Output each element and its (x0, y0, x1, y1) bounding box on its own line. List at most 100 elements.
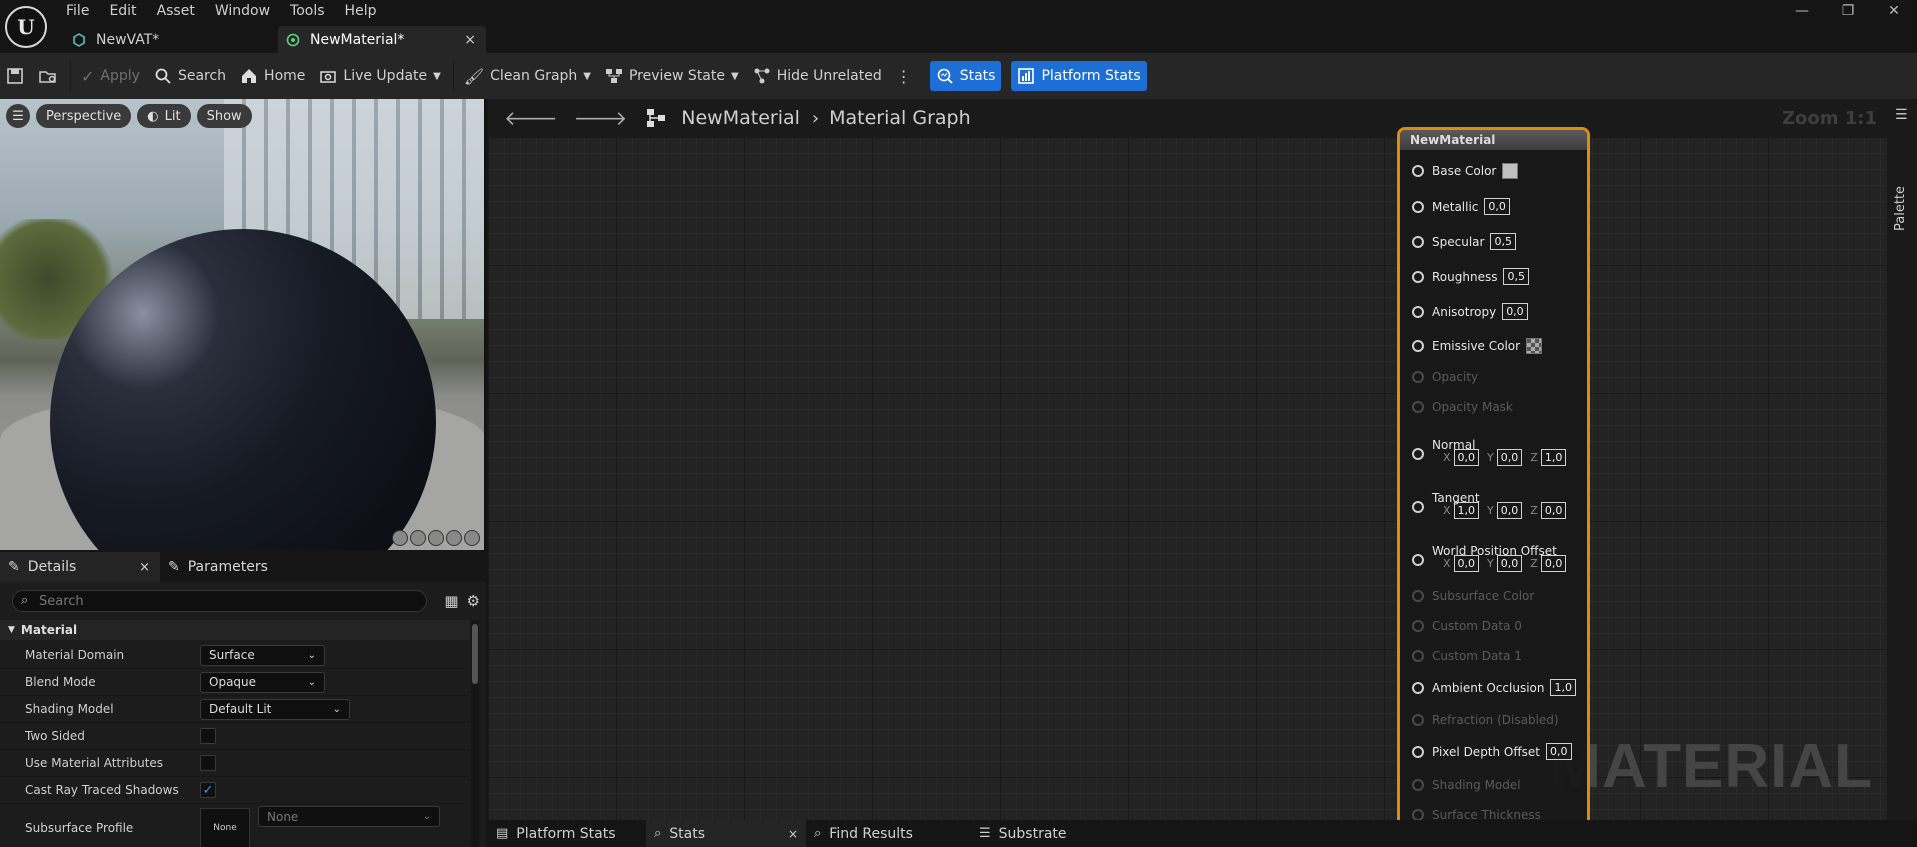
sphere-shape-icon[interactable] (410, 530, 426, 546)
tab-stats[interactable]: ⌕ Stats × (646, 820, 806, 847)
show-button[interactable]: Show (196, 104, 252, 128)
cast-ray-traced-shadows-checkbox[interactable]: ✓ (200, 782, 216, 798)
pin-metallic[interactable]: Metallic 0,0 (1412, 198, 1510, 215)
gear-icon[interactable]: ⚙ (467, 592, 480, 610)
subsurface-profile-dropdown[interactable]: None ⌄ (258, 806, 440, 827)
close-tab-icon[interactable]: × (139, 560, 150, 575)
cylinder-shape-icon[interactable] (392, 530, 408, 546)
palette-tab[interactable]: Palette (1893, 186, 1908, 231)
viewport-menu-button[interactable]: ☰ (6, 104, 30, 128)
normal-x[interactable]: 0,0 (1453, 449, 1480, 466)
tab-find-results[interactable]: ⌕ Find Results (806, 820, 971, 847)
blend-mode-dropdown[interactable]: Opaque ⌄ (200, 671, 325, 693)
pin-connector-icon[interactable] (1412, 501, 1424, 513)
pin-base-color[interactable]: Base Color (1412, 163, 1519, 179)
normal-y[interactable]: 0,0 (1496, 449, 1523, 466)
minimize-button[interactable]: — (1779, 0, 1825, 22)
pin-connector-icon[interactable] (1412, 235, 1424, 248)
home-button[interactable]: Home (234, 61, 311, 91)
pin-connector-icon[interactable] (1412, 554, 1424, 566)
menu-tools[interactable]: Tools (280, 0, 335, 22)
pin-specular[interactable]: Specular 0,5 (1412, 233, 1516, 250)
material-section-header[interactable]: ▼ Material (0, 620, 470, 640)
material-graph-canvas[interactable]: MATERIAL (488, 137, 1887, 820)
material-result-node[interactable]: NewMaterial Base Color Metallic 0,0 Spec… (1397, 127, 1590, 827)
tab-newmaterial[interactable]: NewMaterial* × (278, 26, 486, 53)
material-domain-dropdown[interactable]: Surface ⌄ (200, 644, 325, 666)
two-sided-checkbox[interactable] (200, 728, 216, 744)
stats-button[interactable]: Stats (929, 61, 1002, 91)
tab-details[interactable]: ✎ Details × (0, 552, 160, 582)
unreal-logo[interactable]: U (5, 6, 47, 48)
pin-ambient-occlusion[interactable]: Ambient Occlusion 1,0 (1412, 679, 1576, 696)
details-search-input[interactable]: ⌕ Search (12, 590, 427, 612)
graph-hierarchy-icon[interactable] (645, 107, 667, 129)
tab-parameters[interactable]: ✎ Parameters (160, 552, 276, 582)
tab-substrate[interactable]: ☰ Substrate (971, 820, 1131, 847)
pdo-value[interactable]: 0,0 (1546, 743, 1572, 760)
save-button[interactable] (0, 61, 30, 91)
preview-viewport[interactable]: ☰ Perspective ◐ Lit Show Z X (0, 99, 486, 550)
back-arrow-icon[interactable]: 🡐 (504, 106, 558, 130)
emissive-color-swatch[interactable] (1526, 338, 1543, 354)
pin-roughness[interactable]: Roughness 0,5 (1412, 268, 1529, 285)
breadcrumb-leaf[interactable]: Material Graph (829, 107, 971, 129)
close-tab-icon[interactable]: × (464, 32, 476, 48)
scrollbar-thumb[interactable] (472, 624, 478, 684)
plane-shape-icon[interactable] (428, 530, 444, 546)
custom-mesh-icon[interactable] (464, 530, 480, 546)
shading-model-dropdown[interactable]: Default Lit ⌄ (200, 698, 350, 720)
more-options-button[interactable]: ⋮ (890, 61, 918, 91)
live-update-button[interactable]: Live Update ▼ (313, 61, 446, 91)
wpo-z[interactable]: 0,0 (1540, 555, 1567, 572)
details-scrollbar[interactable] (471, 620, 479, 847)
ao-value[interactable]: 1,0 (1550, 679, 1576, 696)
pin-pixel-depth-offset[interactable]: Pixel Depth Offset 0,0 (1412, 743, 1572, 760)
cube-shape-icon[interactable] (446, 530, 462, 546)
list-icon[interactable]: ☰ (1895, 107, 1908, 123)
lit-button[interactable]: ◐ Lit (137, 104, 191, 128)
menu-asset[interactable]: Asset (147, 0, 205, 22)
perspective-button[interactable]: Perspective (36, 104, 132, 128)
tangent-z[interactable]: 0,0 (1540, 502, 1567, 519)
pin-connector-icon[interactable] (1412, 745, 1424, 758)
pin-anisotropy[interactable]: Anisotropy 0,0 (1412, 303, 1528, 320)
specular-value[interactable]: 0,5 (1490, 233, 1516, 250)
search-button[interactable]: Search (148, 61, 232, 91)
preview-state-button[interactable]: Preview State ▼ (599, 61, 745, 91)
clean-graph-button[interactable]: 🖌 Clean Graph ▼ (458, 61, 597, 91)
menu-edit[interactable]: Edit (99, 0, 146, 22)
pin-connector-icon[interactable] (1412, 340, 1424, 352)
pin-emissive-color[interactable]: Emissive Color (1412, 338, 1543, 354)
breadcrumb-root[interactable]: NewMaterial (681, 107, 800, 129)
base-color-swatch[interactable] (1502, 163, 1519, 179)
menu-file[interactable]: File (56, 0, 99, 22)
apply-button[interactable]: ✓ Apply (75, 61, 146, 91)
pin-connector-icon[interactable] (1412, 200, 1424, 213)
wpo-y[interactable]: 0,0 (1496, 555, 1523, 572)
pin-connector-icon[interactable] (1412, 165, 1424, 177)
restore-button[interactable]: ❐ (1825, 0, 1871, 22)
forward-arrow-icon[interactable]: 🡒 (574, 106, 628, 130)
close-window-button[interactable]: ✕ (1871, 0, 1917, 22)
table-view-icon[interactable]: ▦ (444, 592, 458, 610)
pin-connector-icon[interactable] (1412, 681, 1424, 694)
hide-unrelated-button[interactable]: Hide Unrelated (747, 61, 888, 91)
tangent-y[interactable]: 0,0 (1496, 502, 1523, 519)
anisotropy-value[interactable]: 0,0 (1502, 303, 1528, 320)
browse-button[interactable] (32, 61, 64, 91)
pin-connector-icon[interactable] (1412, 270, 1424, 283)
roughness-value[interactable]: 0,5 (1503, 268, 1529, 285)
use-material-attributes-checkbox[interactable] (200, 755, 216, 771)
menu-window[interactable]: Window (205, 0, 280, 22)
metallic-value[interactable]: 0,0 (1484, 198, 1510, 215)
pin-connector-icon[interactable] (1412, 305, 1424, 318)
normal-z[interactable]: 1,0 (1540, 449, 1567, 466)
close-tab-icon[interactable]: × (788, 827, 798, 841)
platform-stats-button[interactable]: Platform Stats (1011, 61, 1147, 91)
tab-platform-stats[interactable]: ▤ Platform Stats (488, 820, 646, 847)
tab-newvat[interactable]: NewVAT* (66, 26, 276, 53)
menu-help[interactable]: Help (335, 0, 387, 22)
wpo-x[interactable]: 0,0 (1453, 555, 1480, 572)
pin-connector-icon[interactable] (1412, 448, 1424, 460)
